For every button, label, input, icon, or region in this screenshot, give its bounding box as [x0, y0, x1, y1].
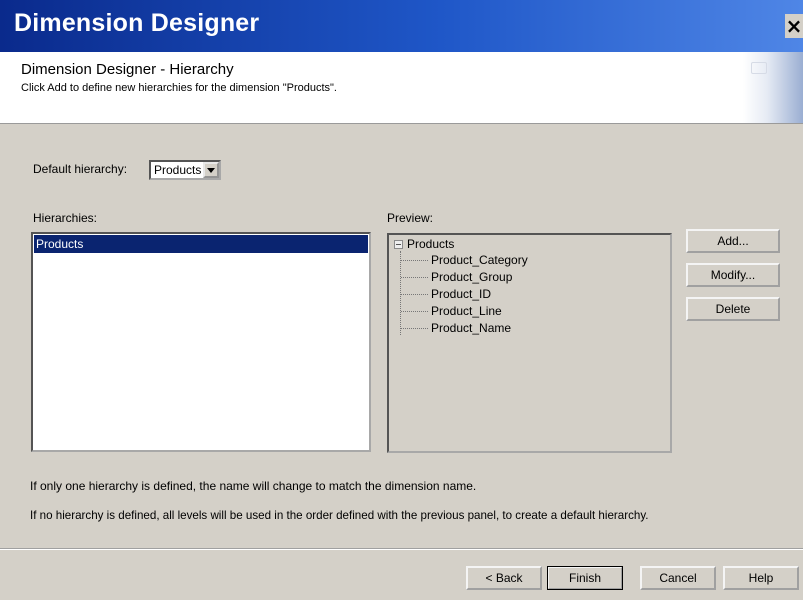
tree-item[interactable]: Product_Category [431, 253, 528, 267]
wizard-header: Dimension Designer - Hierarchy Click Add… [0, 52, 803, 124]
preview-tree: Products Product_Category Product_Group … [387, 233, 672, 453]
window-title: Dimension Designer [14, 9, 260, 37]
close-icon[interactable]: × [785, 14, 803, 38]
tree-item[interactable]: Product_Name [431, 321, 511, 335]
hierarchies-list[interactable]: Products [31, 232, 371, 452]
note-single-hierarchy: If only one hierarchy is defined, the na… [30, 479, 477, 493]
header-graphic [743, 52, 803, 123]
tree-connector [401, 277, 428, 278]
wizard-glyph-icon [751, 62, 767, 74]
modify-button[interactable]: Modify... [686, 263, 780, 287]
note-no-hierarchy: If no hierarchy is defined, all levels w… [30, 509, 649, 522]
default-hierarchy-select[interactable]: Products [149, 160, 221, 180]
add-button[interactable]: Add... [686, 229, 780, 253]
default-hierarchy-label: Default hierarchy: [33, 162, 128, 176]
page-title: Dimension Designer - Hierarchy [21, 61, 234, 78]
back-button[interactable]: < Back [466, 566, 542, 590]
tree-item[interactable]: Product_ID [431, 287, 491, 301]
cancel-button[interactable]: Cancel [640, 566, 716, 590]
footer-separator [0, 548, 803, 550]
help-button[interactable]: Help [723, 566, 799, 590]
dropdown-arrow-icon[interactable] [203, 162, 219, 178]
tree-connector [401, 294, 428, 295]
tree-connector [401, 311, 428, 312]
tree-connector [401, 260, 428, 261]
hierarchies-label: Hierarchies: [33, 211, 98, 225]
finish-button[interactable]: Finish [547, 566, 623, 590]
list-item[interactable]: Products [34, 235, 368, 253]
delete-button[interactable]: Delete [686, 297, 780, 321]
tree-item[interactable]: Product_Line [431, 304, 502, 318]
page-subtitle: Click Add to define new hierarchies for … [21, 82, 337, 94]
tree-item[interactable]: Product_Group [431, 270, 512, 284]
tree-connector [400, 251, 402, 335]
tree-root[interactable]: Products [394, 237, 454, 251]
default-hierarchy-value: Products [154, 163, 202, 177]
tree-connector [401, 328, 428, 329]
title-bar: Dimension Designer × [0, 0, 803, 52]
collapse-icon[interactable] [394, 240, 403, 250]
preview-label: Preview: [387, 211, 434, 225]
tree-root-label: Products [407, 237, 455, 251]
